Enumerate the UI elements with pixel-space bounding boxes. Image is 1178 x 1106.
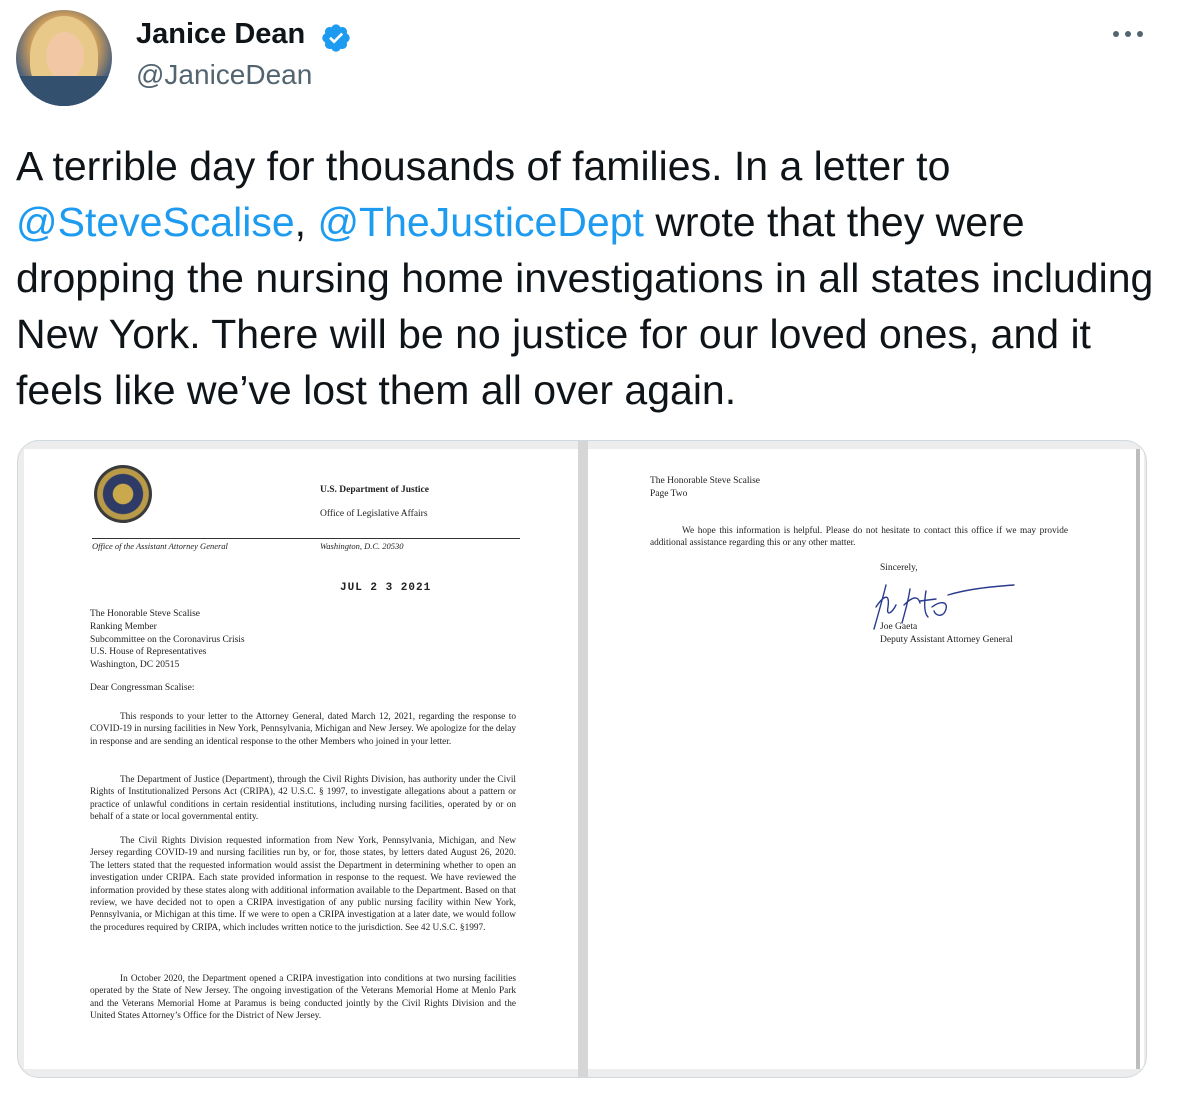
page-edge-shadow	[1136, 449, 1140, 1069]
letter-page-2[interactable]: The Honorable Steve Scalise Page Two We …	[588, 449, 1144, 1069]
letter-office: Office of Legislative Affairs	[320, 509, 428, 519]
tweet-text-separator: ,	[294, 199, 318, 245]
address-line: U.S. House of Representatives	[90, 647, 207, 658]
letterhead-divider	[92, 538, 520, 539]
verified-badge-icon	[322, 24, 350, 52]
avatar-face	[46, 32, 84, 80]
page2-header: The Honorable Steve Scalise Page Two	[650, 475, 760, 500]
doj-seal	[94, 465, 152, 523]
page2-header-line: The Honorable Steve Scalise	[650, 476, 761, 486]
mention-stevescalise[interactable]: @SteveScalise	[16, 199, 295, 245]
page-divider	[578, 441, 588, 1077]
letter-salutation: Dear Congressman Scalise:	[90, 683, 195, 693]
tweet-media[interactable]: U.S. Department of Justice Office of Leg…	[17, 440, 1147, 1078]
letter-office-right: Washington, D.C. 20530	[320, 541, 404, 551]
tweet-text: A terrible day for thousands of families…	[16, 138, 1156, 418]
signer-title: Deputy Assistant Attorney General	[880, 634, 1013, 645]
address-line: The Honorable Steve Scalise	[90, 609, 201, 619]
letter-date-stamp: JUL 2 3 2021	[340, 582, 432, 594]
mention-thejusticedept[interactable]: @TheJusticeDept	[317, 199, 643, 245]
avatar-shirt	[16, 76, 112, 106]
avatar[interactable]	[16, 10, 112, 106]
address-line: Subcommittee on the Coronavirus Crisis	[90, 634, 245, 645]
address-line: Ranking Member	[90, 621, 157, 632]
letter-agency: U.S. Department of Justice	[320, 485, 429, 495]
letter-paragraph: In October 2020, the Department opened a…	[90, 974, 516, 1022]
letter-paragraph: The Civil Rights Division requested info…	[90, 836, 516, 933]
signer-name: Joe Gaeta	[880, 622, 918, 632]
letter-closing: Sincerely,	[880, 563, 918, 573]
tweet-text-part1: A terrible day for thousands of families…	[16, 143, 951, 189]
address-line: Washington, DC 20515	[90, 660, 180, 671]
page2-header-line: Page Two	[650, 488, 688, 499]
letter-page-1[interactable]: U.S. Department of Justice Office of Leg…	[24, 449, 578, 1069]
letter-paragraph: This responds to your letter to the Atto…	[90, 712, 516, 747]
page2-paragraph: We hope this information is helpful. Ple…	[650, 526, 1068, 549]
letter-signer: Joe Gaeta Deputy Assistant Attorney Gene…	[880, 621, 1013, 646]
author-handle[interactable]: @JaniceDean	[136, 59, 312, 91]
author-name[interactable]: Janice Dean	[136, 18, 305, 51]
letter-address: The Honorable Steve Scalise Ranking Memb…	[90, 608, 245, 672]
more-options-icon[interactable]	[1110, 20, 1146, 48]
letter-paragraph: The Department of Justice (Department), …	[90, 775, 516, 823]
letter-office-left: Office of the Assistant Attorney General	[92, 541, 228, 551]
